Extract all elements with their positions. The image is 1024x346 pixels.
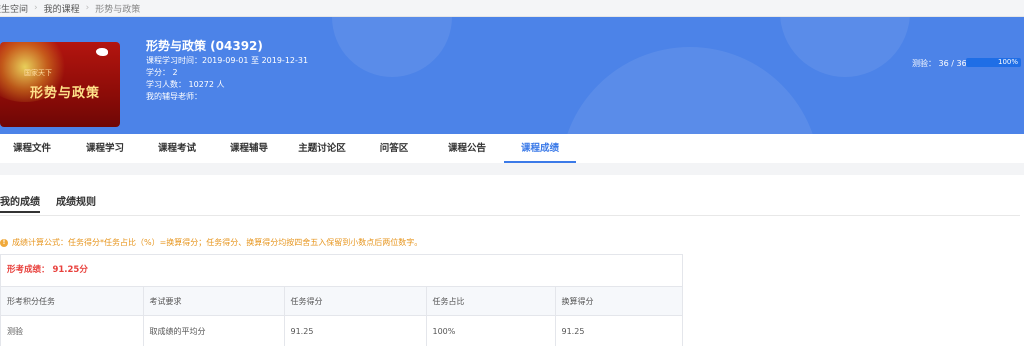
table-header-row: 形考积分任务 考试要求 任务得分 任务占比 换算得分: [1, 287, 682, 316]
breadcrumb-home[interactable]: 校生空间: [0, 2, 28, 15]
breadcrumb-separator-icon: ›: [34, 3, 38, 13]
course-learners: 学习人数： 10272 人: [146, 79, 225, 90]
column-header: 任务得分: [284, 287, 426, 316]
tab-course-study[interactable]: 课程学习: [74, 134, 136, 163]
breadcrumb-my-courses[interactable]: 我的课程: [44, 2, 80, 15]
quiz-progress-bar: 100%: [966, 58, 1021, 67]
breadcrumb-separator-icon: ›: [86, 3, 90, 13]
subtab-grading-rules[interactable]: 成绩规则: [56, 193, 96, 208]
column-header: 考试要求: [143, 287, 284, 316]
progress-percent: 100%: [966, 58, 1021, 67]
info-icon: !: [0, 239, 8, 247]
decorative-circle: [780, 17, 910, 77]
score-header: 形考成绩： 91.25分: [1, 255, 682, 286]
quiz-progress-label: 测验： 36 / 36: [912, 58, 967, 69]
tab-announcements[interactable]: 课程公告: [436, 134, 498, 163]
dove-icon: [96, 48, 108, 56]
course-banner: 国家天下 形势与政策 形势与政策 (04392) 课程学习时间：2019-09-…: [0, 17, 1024, 134]
table-cell: 测验: [1, 316, 143, 346]
cover-caption: 国家天下: [24, 68, 52, 78]
column-header: 换算得分: [555, 287, 682, 316]
decorative-circle: [332, 17, 452, 77]
course-tabs: 课程文件 课程学习 课程考试 课程辅导 主题讨论区 问答区 课程公告 课程成绩: [0, 134, 1024, 164]
course-tutor: 我的辅导老师：: [146, 91, 202, 102]
course-cover-image[interactable]: 国家天下 形势与政策: [0, 42, 120, 127]
tab-qa[interactable]: 问答区: [366, 134, 422, 163]
total-score: 形考成绩： 91.25分: [7, 255, 88, 286]
tab-course-exam[interactable]: 课程考试: [146, 134, 208, 163]
tab-course-files[interactable]: 课程文件: [0, 134, 64, 163]
cover-title: 形势与政策: [30, 82, 100, 101]
formula-note: ! 成绩计算公式：任务得分*任务占比（%）=换算得分；任务得分、换算得分均按四舍…: [0, 237, 422, 248]
subtab-my-grades[interactable]: 我的成绩: [0, 193, 40, 213]
course-title: 形势与政策 (04392): [146, 37, 263, 54]
formula-text: 成绩计算公式：任务得分*任务占比（%）=换算得分；任务得分、换算得分均按四舍五入…: [12, 237, 422, 248]
tab-discussion[interactable]: 主题讨论区: [290, 134, 354, 163]
table-cell: 取成绩的平均分: [143, 316, 284, 346]
score-table: 形考积分任务 考试要求 任务得分 任务占比 换算得分 测验 取成绩的平均分 91…: [1, 286, 682, 346]
tab-course-grades[interactable]: 课程成绩: [504, 134, 576, 163]
table-cell: 91.25: [284, 316, 426, 346]
table-cell: 100%: [426, 316, 555, 346]
course-time: 课程学习时间：2019-09-01 至 2019-12-31: [146, 55, 308, 66]
decorative-circle: [560, 47, 820, 134]
breadcrumb-current-course: 形势与政策: [95, 2, 140, 15]
table-row: 测验 取成绩的平均分 91.25 100% 91.25: [1, 316, 682, 346]
grade-subtabs: 我的成绩 成绩规则: [0, 187, 1020, 216]
column-header: 任务占比: [426, 287, 555, 316]
score-panel: 形考成绩： 91.25分 形考积分任务 考试要求 任务得分 任务占比 换算得分 …: [0, 254, 683, 346]
column-header: 形考积分任务: [1, 287, 143, 316]
table-cell: 91.25: [555, 316, 682, 346]
section-divider: [0, 163, 1024, 175]
tab-course-tutoring[interactable]: 课程辅导: [218, 134, 280, 163]
breadcrumb: 校生空间 › 我的课程 › 形势与政策: [0, 0, 1024, 17]
course-credits: 学分： 2: [146, 67, 178, 78]
